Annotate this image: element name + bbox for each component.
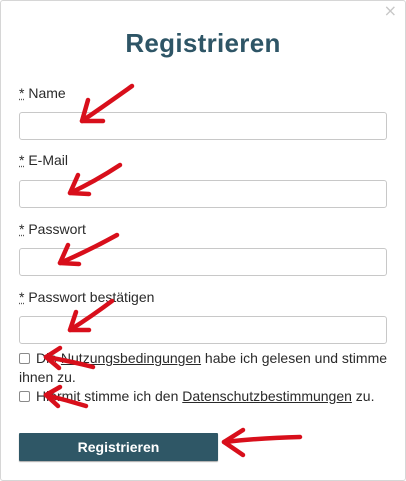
password-confirm-label-text: Passwort bestätigen [28, 289, 155, 305]
name-label-text: Name [28, 85, 66, 101]
email-input[interactable] [19, 180, 387, 208]
terms-checkbox[interactable] [19, 353, 30, 364]
privacy-suffix: zu. [351, 388, 375, 404]
required-marker: * [19, 152, 25, 168]
email-label: * E-Mail [19, 152, 68, 168]
required-marker: * [19, 85, 25, 101]
name-input[interactable] [19, 112, 387, 140]
required-marker: * [19, 289, 25, 305]
privacy-prefix: Hiermit stimme ich den [36, 388, 183, 404]
close-icon[interactable]: × [384, 3, 397, 19]
privacy-link[interactable]: Datenschutzbestimmungen [182, 388, 352, 404]
registration-dialog: × Registrieren * Name * E-Mail * Passwor… [0, 0, 406, 481]
privacy-checkbox[interactable] [19, 391, 30, 402]
terms-prefix: Die [36, 350, 61, 366]
password-confirm-label: * Passwort bestätigen [19, 289, 154, 305]
password-label: * Passwort [19, 221, 86, 237]
password-confirm-input[interactable] [19, 316, 387, 344]
email-label-text: E-Mail [28, 152, 69, 168]
dialog-title: Registrieren [125, 28, 281, 58]
privacy-consent: Hiermit stimme ich den Datenschutzbestim… [19, 387, 389, 406]
terms-consent: Die Nutzungsbedingungen habe ich gelesen… [19, 349, 389, 387]
password-label-text: Passwort [28, 221, 86, 237]
name-label: * Name [19, 85, 66, 101]
required-marker: * [19, 221, 25, 237]
terms-link[interactable]: Nutzungsbedingungen [61, 350, 201, 366]
password-input[interactable] [19, 248, 387, 276]
register-button[interactable]: Registrieren [19, 433, 218, 461]
